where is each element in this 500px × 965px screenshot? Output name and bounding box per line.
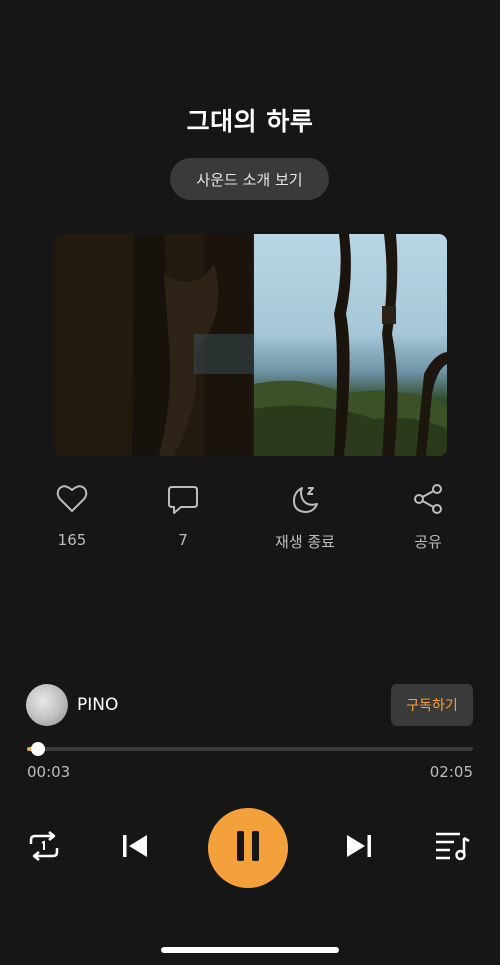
share-action[interactable]: 공유 [383, 482, 473, 552]
artist-avatar[interactable] [26, 684, 68, 726]
playlist-icon [434, 830, 470, 866]
sleep-timer-label: 재생 종료 [275, 533, 335, 551]
next-button[interactable] [345, 834, 373, 862]
repeat-button[interactable] [26, 830, 62, 866]
progress-thumb[interactable] [30, 742, 45, 756]
artist-row[interactable]: PINO [26, 684, 118, 726]
share-icon [411, 482, 445, 516]
track-title: 그대의 하루 [186, 107, 314, 136]
artwork-left-panel [54, 234, 254, 456]
home-indicator [161, 947, 339, 953]
comment-icon [166, 482, 200, 516]
album-artwork [54, 234, 447, 456]
total-time: 02:05 [429, 763, 473, 781]
share-label: 공유 [414, 533, 442, 551]
like-count: 165 [57, 531, 87, 549]
like-action[interactable]: 165 [27, 482, 117, 549]
playlist-button[interactable] [434, 832, 470, 864]
current-time: 00:03 [27, 763, 71, 781]
sound-info-button[interactable]: 사운드 소개 보기 [170, 158, 329, 200]
sleep-timer-action[interactable]: 재생 종료 [260, 482, 350, 552]
previous-button[interactable] [121, 834, 149, 862]
heart-icon [55, 482, 89, 516]
comment-action[interactable]: 7 [138, 482, 228, 549]
progress-bar[interactable] [27, 742, 473, 756]
playback-controls [0, 808, 500, 888]
next-icon [345, 832, 373, 864]
subscribe-button[interactable]: 구독하기 [391, 684, 473, 726]
previous-icon [121, 832, 149, 864]
sleep-timer-icon [288, 482, 322, 516]
artist-name[interactable]: PINO [77, 695, 118, 715]
action-bar: 165 7 재생 종료 공유 [0, 482, 500, 562]
comment-count: 7 [178, 531, 188, 549]
artwork-right-panel [254, 234, 447, 456]
pause-icon [235, 830, 261, 866]
repeat-icon [27, 830, 61, 866]
pause-button[interactable] [208, 808, 288, 888]
